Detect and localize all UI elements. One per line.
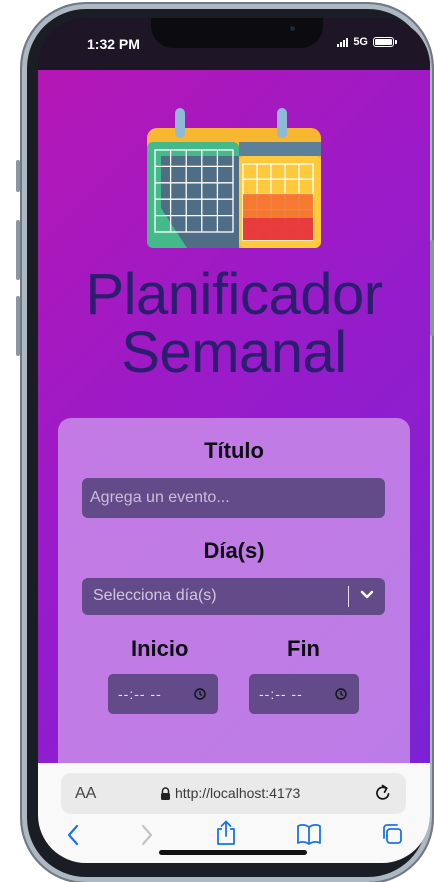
volume-up-button xyxy=(16,220,20,280)
page-title: Planificador Semanal xyxy=(85,262,383,385)
lock-icon xyxy=(161,787,170,800)
share-icon[interactable] xyxy=(215,820,237,846)
clock-icon[interactable] xyxy=(335,688,347,700)
status-time: 1:32 PM xyxy=(87,36,140,52)
browser-bar: AA http://localhost:4173 xyxy=(38,763,430,863)
end-time-placeholder: --:-- -- xyxy=(259,686,303,702)
bookmarks-icon[interactable] xyxy=(296,823,322,845)
back-icon[interactable] xyxy=(66,823,80,847)
signal-bars-icon xyxy=(337,37,349,47)
title-input[interactable] xyxy=(82,478,385,518)
reload-icon[interactable] xyxy=(374,783,392,803)
battery-icon xyxy=(373,37,397,47)
forward-icon[interactable] xyxy=(140,823,154,847)
days-label: Día(s) xyxy=(203,538,265,563)
volume-down-button xyxy=(16,296,20,356)
text-size-button[interactable]: AA xyxy=(75,785,96,803)
status-bar: 1:32 PM 5G xyxy=(38,18,430,70)
clock-icon[interactable] xyxy=(194,688,206,700)
start-time-placeholder: --:-- -- xyxy=(118,686,162,702)
title-label: Título xyxy=(204,438,264,463)
notch xyxy=(151,18,323,48)
phone-screen: 1:32 PM 5G Planificador Semanal Título A… xyxy=(38,18,430,863)
browser-toolbar xyxy=(38,820,430,853)
front-camera xyxy=(288,24,297,33)
select-separator xyxy=(348,586,349,607)
tabs-icon[interactable] xyxy=(381,823,403,845)
calendar-icon xyxy=(147,108,321,248)
chevron-down-icon[interactable] xyxy=(360,588,374,602)
app-content: Planificador Semanal Título Día(s) Selec… xyxy=(38,70,430,778)
url-text[interactable]: http://localhost:4173 xyxy=(175,785,300,801)
power-button xyxy=(430,240,434,336)
start-label: Inicio xyxy=(131,636,189,661)
mute-switch xyxy=(16,160,20,192)
days-select[interactable]: Selecciona día(s) xyxy=(82,578,385,615)
days-select-placeholder: Selecciona día(s) xyxy=(93,587,217,604)
start-time-input[interactable]: --:-- -- xyxy=(108,674,218,714)
end-time-input[interactable]: --:-- -- xyxy=(249,674,359,714)
event-form-card: Título Día(s) Selecciona día(s) Inicio F… xyxy=(58,418,410,778)
home-indicator xyxy=(159,850,307,855)
network-label: 5G xyxy=(353,36,368,48)
address-bar[interactable]: AA http://localhost:4173 xyxy=(61,773,406,814)
status-indicators: 5G xyxy=(337,36,397,48)
end-label: Fin xyxy=(287,636,320,661)
